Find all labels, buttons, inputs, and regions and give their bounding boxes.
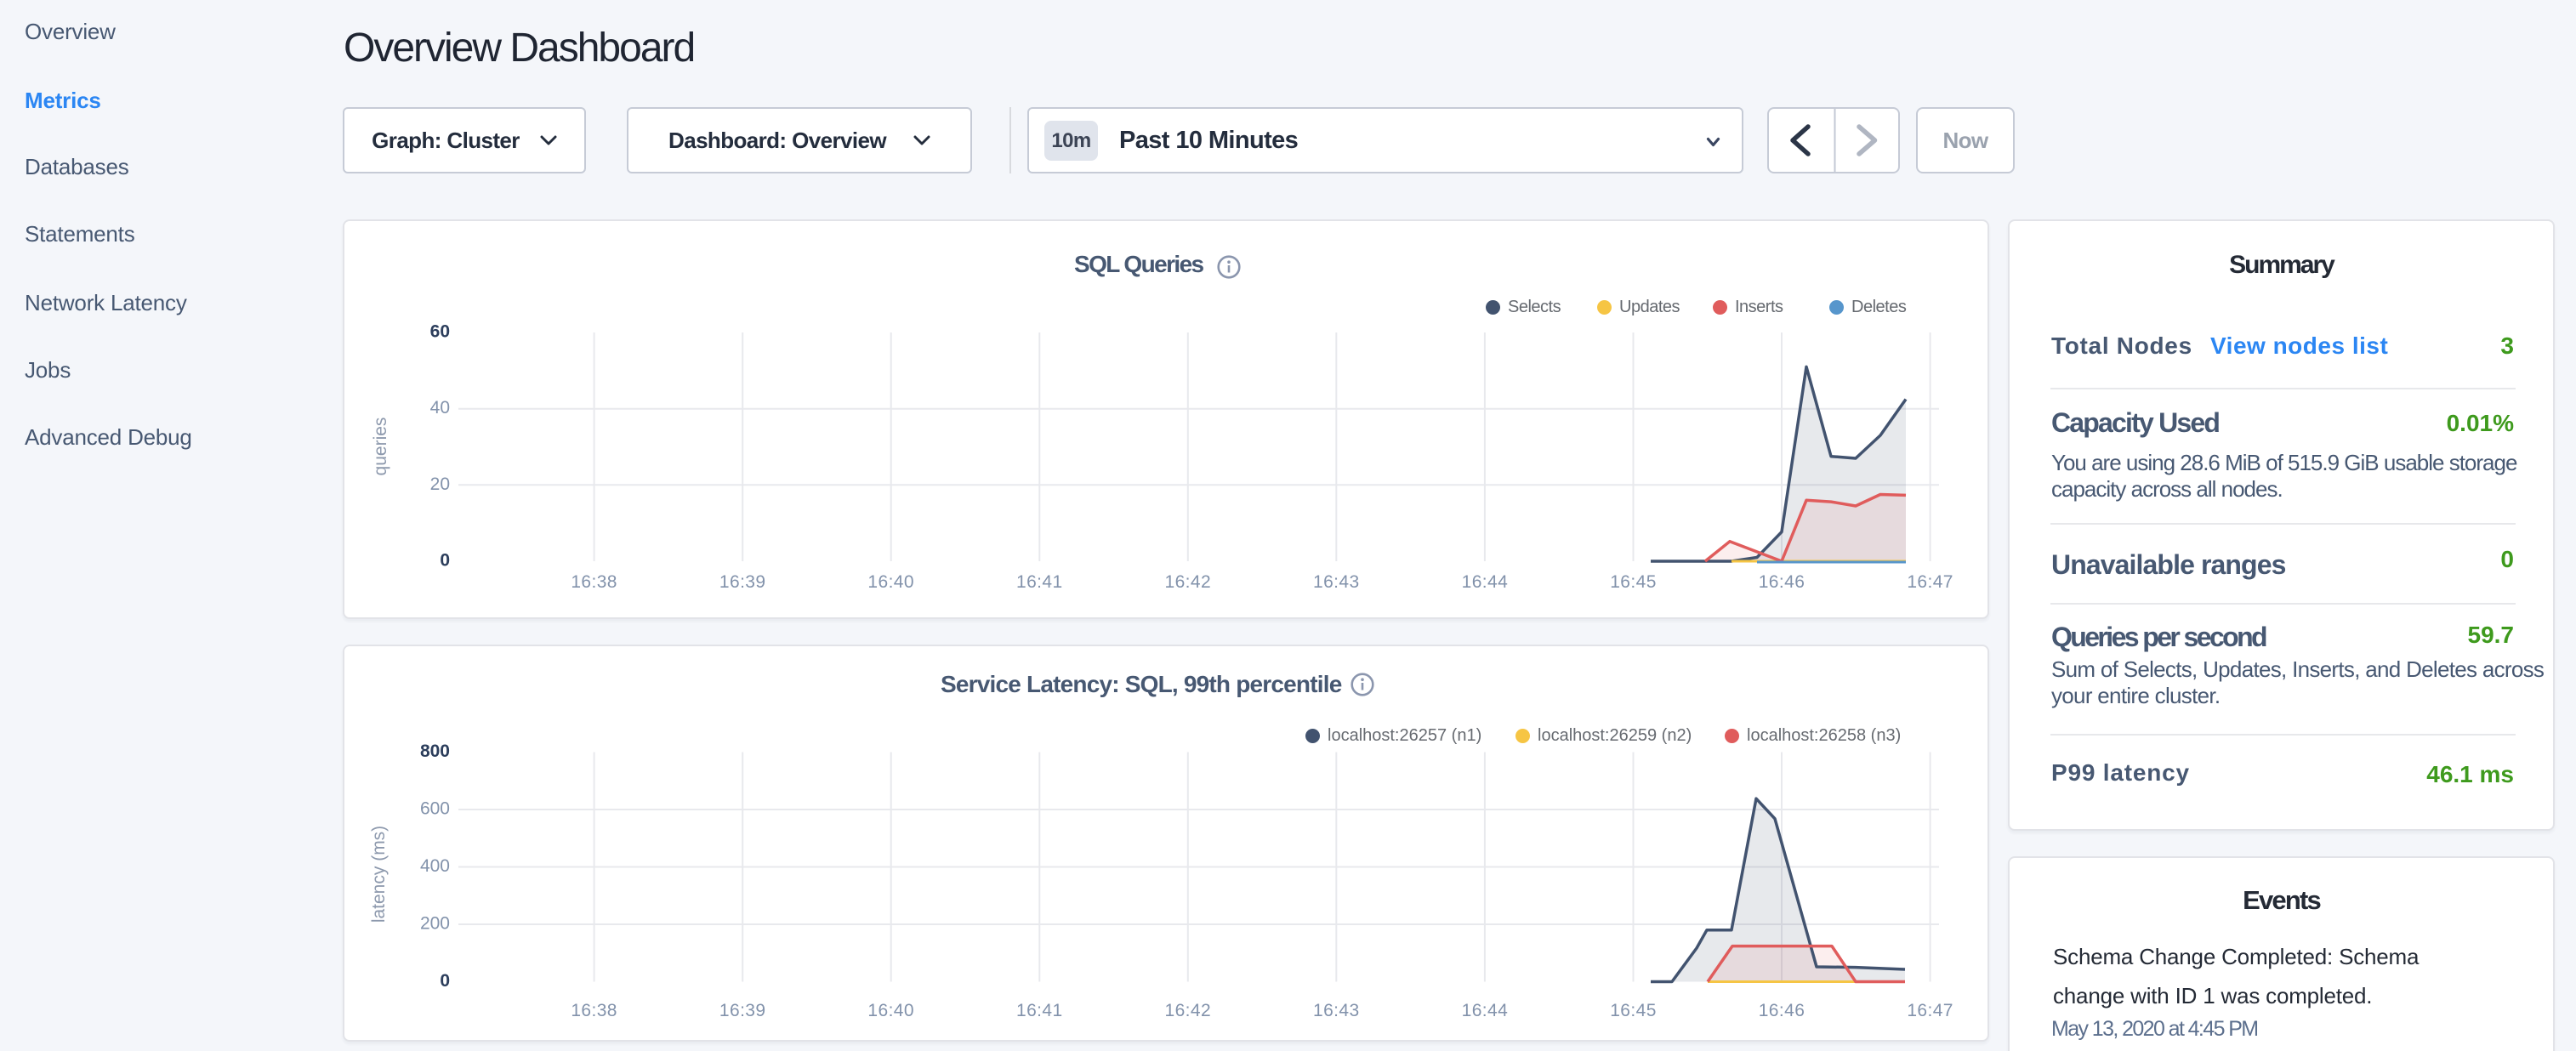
svg-text:16:41: 16:41 [1016,572,1063,592]
svg-text:16:43: 16:43 [1313,1001,1360,1020]
svg-text:16:38: 16:38 [571,1001,617,1020]
svg-text:16:38: 16:38 [571,572,617,592]
svg-text:200: 200 [420,914,450,934]
svg-text:40: 40 [430,398,450,418]
svg-text:16:44: 16:44 [1462,572,1509,592]
svg-text:16:45: 16:45 [1610,1001,1657,1020]
svg-text:800: 800 [420,741,450,761]
svg-text:queries: queries [371,418,390,476]
svg-text:16:44: 16:44 [1462,1001,1509,1020]
svg-text:16:40: 16:40 [867,1001,914,1020]
svg-text:16:43: 16:43 [1313,572,1360,592]
svg-text:16:39: 16:39 [719,572,766,592]
svg-text:16:42: 16:42 [1165,572,1212,592]
svg-text:16:47: 16:47 [1907,572,1953,592]
svg-text:16:40: 16:40 [867,572,914,592]
svg-text:16:45: 16:45 [1610,572,1657,592]
svg-text:0: 0 [440,971,450,991]
svg-text:16:41: 16:41 [1016,1001,1063,1020]
svg-text:latency (ms): latency (ms) [369,826,389,923]
svg-text:600: 600 [420,799,450,819]
svg-text:16:42: 16:42 [1165,1001,1212,1020]
svg-text:16:39: 16:39 [719,1001,766,1020]
svg-text:400: 400 [420,856,450,876]
svg-text:16:47: 16:47 [1907,1001,1953,1020]
svg-text:16:46: 16:46 [1759,1001,1805,1020]
svg-text:0: 0 [440,551,450,571]
svg-text:20: 20 [430,474,450,494]
svg-text:16:46: 16:46 [1759,572,1805,592]
svg-text:60: 60 [430,322,450,342]
